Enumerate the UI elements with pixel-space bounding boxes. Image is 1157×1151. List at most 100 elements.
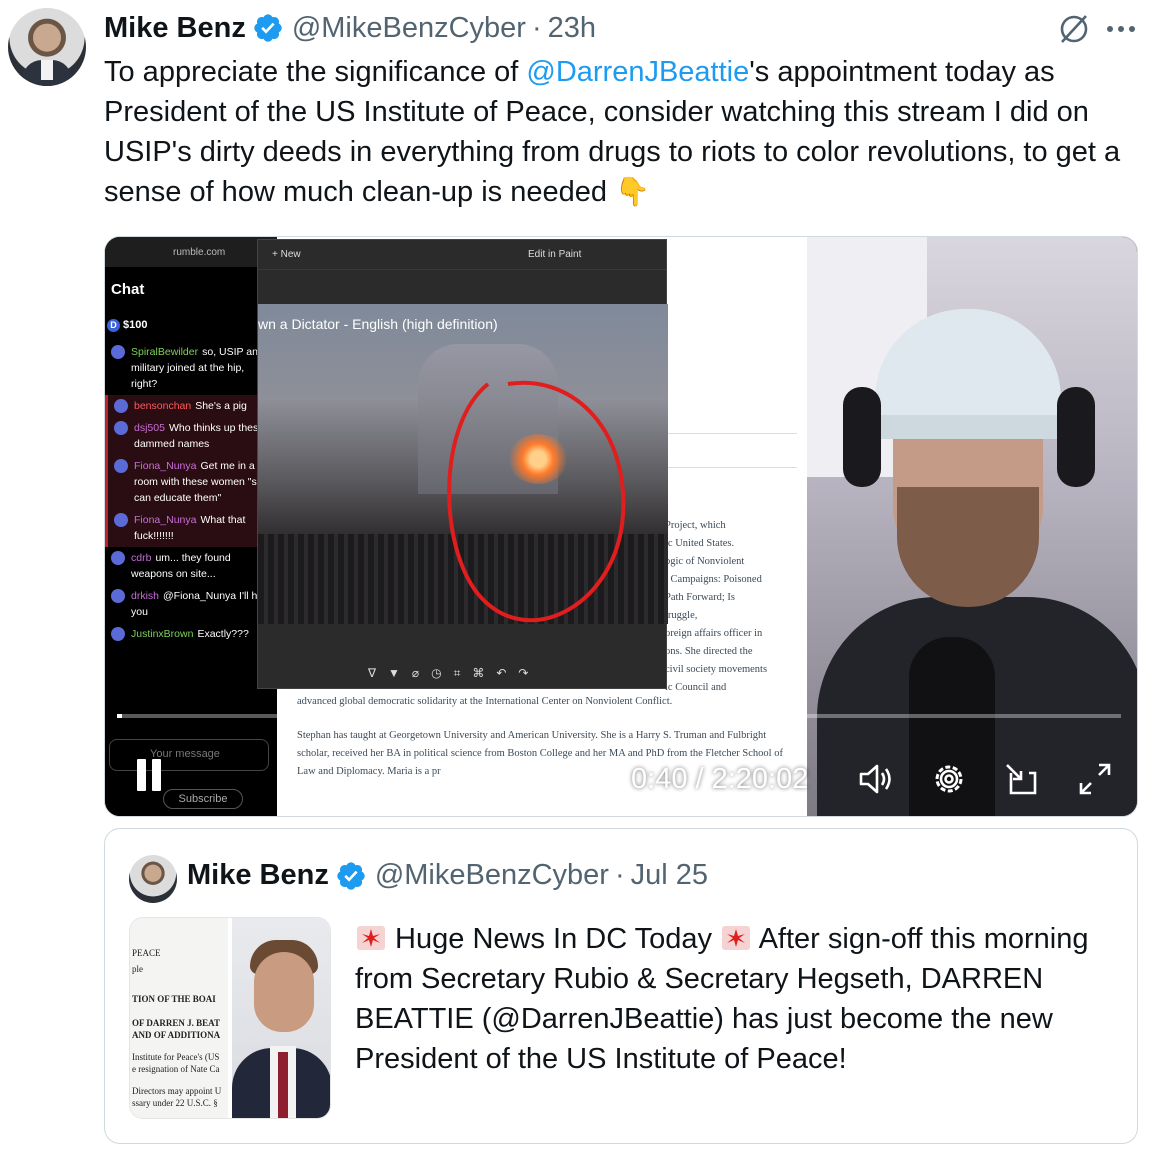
post-header: Mike Benz @MikeBenzCyber · 23h [104,8,596,48]
photo-toolbar: + New Edit in Paint [258,240,666,270]
quoted-author-avatar[interactable] [129,855,177,903]
separator-dot: · [531,11,542,44]
red-circle-annotation [447,380,626,623]
doc-excerpt-line: OF DARREN J. BEAT [132,1018,221,1028]
doc-excerpt-line: Institute for Peace's (US [132,1052,220,1062]
video-controls: 0:40 / 2:20:02 [105,747,1137,807]
avatar-collar [41,60,53,80]
doc-line: oreign affairs officer in [665,628,763,639]
chat-text: She's a pig [195,400,247,412]
pause-icon[interactable] [135,759,165,795]
video-progress-fill [117,714,123,718]
doc-excerpt-line: e resignation of Nate Ca [132,1064,220,1074]
stream-chat-pane: rumble.com Chat D $100 SpiralBewilder so, … [105,237,277,816]
verified-badge-icon [337,861,365,890]
quoted-post[interactable]: Mike Benz @MikeBenzCyber · Jul 25 PEACE p… [104,828,1138,1144]
beattie-portrait [232,918,330,1118]
chat-username: drkish [131,590,160,602]
chat-message: bensonchan She's a pig [105,395,277,417]
police-siren-icon [357,926,385,950]
fullscreen-icon[interactable] [1075,759,1115,799]
chat-user-avatar [111,589,125,603]
video-player[interactable]: rumble.com Chat D $100 SpiralBewilder so, … [104,236,1138,817]
photo-viewer-window: + New Edit in Paint wn a Dictator - Engl… [257,239,668,689]
webcam-beard [897,487,1039,607]
chat-user-avatar [111,345,125,359]
chat-username: Fiona_Nunya [134,514,197,526]
chat-user-avatar [114,399,128,413]
quoted-post-date[interactable]: Jul 25 [631,859,708,892]
verified-badge-icon[interactable] [252,12,284,44]
chat-message: JustinxBrown Exactly??? [105,623,277,645]
quoted-author-name[interactable]: Mike Benz [187,859,329,892]
doc-excerpt-line: ple [132,964,143,974]
riot-photo [258,304,668,624]
author-handle[interactable]: @MikeBenzCyber [292,12,526,45]
chat-user-avatar [114,421,128,435]
doc-line: t Campaigns: Poisoned [665,574,762,585]
browser-url: rumble.com [173,247,226,258]
chat-message: Fiona_Nunya Get me in a room with these w… [105,455,277,509]
doc-line: ons. She directed the [665,646,753,657]
picture-in-picture-icon[interactable] [1001,759,1041,799]
quoted-post-text: Huge News In DC Today After sign-off thi… [355,919,1115,1079]
author-name[interactable]: Mike Benz [104,12,246,45]
chat-title: Chat [111,281,145,298]
doc-line: truggle, [665,610,698,621]
chat-message: cdrb um... they found weapons on site... [105,547,277,585]
chat-user-avatar [114,459,128,473]
quoted-document-excerpt: PEACE ple TION OF THE BOAI OF DARREN J. BEA… [130,918,228,1118]
more-icon[interactable] [1105,24,1137,34]
chat-username: SpiralBewilder [131,346,199,358]
doc-text-lines: Project, which ic United States. ogic of N… [665,517,805,697]
webcam-cap-brim [867,415,1067,439]
donation-badge: D $100 [107,319,147,332]
chat-user-avatar [111,551,125,565]
chat-username: cdrb [131,552,152,564]
chat-message: dsj505 Who thinks up these dammed names [105,417,277,455]
chat-list: SpiralBewilder so, USIP and military join… [105,341,277,645]
photo-edit-button: Edit in Paint [528,249,582,260]
author-avatar[interactable] [8,8,86,86]
chat-username: bensonchan [134,400,192,412]
photo-tools: ∇▼⌀◷⌗⌘↶↷ [368,666,541,680]
chat-text: Exactly??? [197,628,249,640]
quoted-post-header: Mike Benz @MikeBenzCyber · Jul 25 [187,859,708,892]
browser-bar: rumble.com [105,237,277,267]
video-progress-bar[interactable] [117,714,1121,718]
photo-title: wn a Dictator - English (high definition… [258,316,498,332]
mention-link[interactable]: @DarrenJBeattie [526,56,749,88]
chat-username: Fiona_Nunya [134,460,197,472]
doc-divider [667,467,797,468]
doc-excerpt-line: ssary under 22 U.S.C. § [132,1098,218,1108]
doc-excerpt-line: Directors may appoint U [132,1086,222,1096]
doc-line: ic United States. [665,538,735,549]
webcam-headphone-left [843,387,881,487]
doc-excerpt-line: AND OF ADDITIONA [132,1030,221,1040]
quoted-author-handle[interactable]: @MikeBenzCyber [375,859,609,892]
settings-icon[interactable] [929,759,969,799]
doc-excerpt-line: PEACE [132,948,161,958]
doc-line: Path Forward; Is [665,592,735,603]
chat-message: drkish @Fiona_Nunya I'll help you [105,585,277,623]
streamer-webcam [807,237,1137,816]
grok-icon[interactable] [1057,12,1091,46]
quoted-text-segment-1: Huge News In DC Today [387,923,721,955]
chat-username: JustinxBrown [131,628,194,640]
doc-excerpt-line: TION OF THE BOAI [132,994,216,1004]
doc-divider [667,433,797,434]
doc-line: civil society movements [665,664,768,675]
video-timecode: 0:40 / 2:20:02 [631,763,809,795]
chat-message: Fiona_Nunya What that fuck!!!!!!! [105,509,277,547]
doc-line: ogic of Nonviolent [665,556,745,567]
portrait-face [254,952,314,1032]
doc-line: Project, which [665,520,726,531]
post-timestamp[interactable]: 23h [548,12,596,45]
webcam-headphone-right [1057,387,1095,487]
portrait-tie [278,1052,288,1118]
quoted-post-image[interactable]: PEACE ple TION OF THE BOAI OF DARREN J. BEA… [129,917,331,1119]
post-text-part1: To appreciate the significance of [104,56,527,88]
separator-dot: · [614,859,625,891]
police-siren-icon [722,926,751,950]
volume-icon[interactable] [855,759,895,799]
